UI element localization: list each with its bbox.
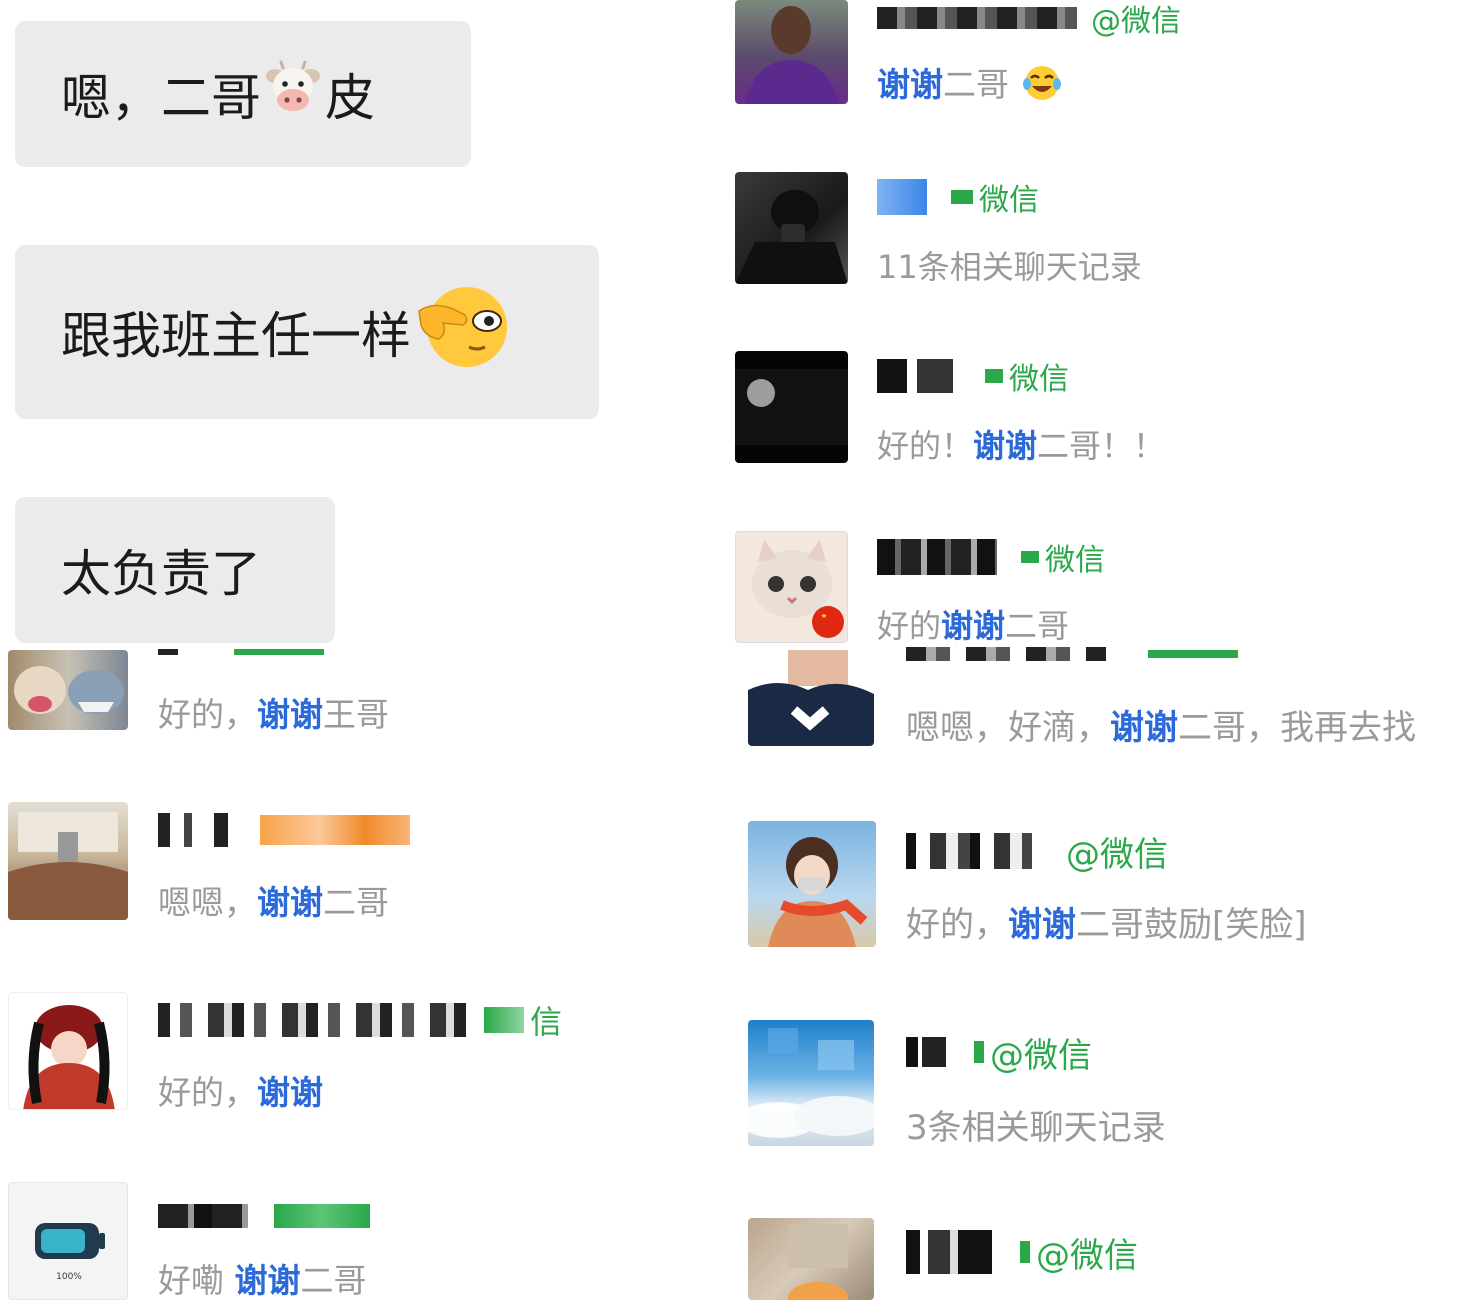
chat-bubble-3: 太负责了 [15,497,335,643]
message-preview: 嗯嗯，谢谢二哥 [158,883,389,922]
bubble-text: 嗯，二哥 [61,69,261,127]
contact-row[interactable]: 100% 好嘞 谢谢二哥 [8,1182,708,1300]
tears-of-joy-icon [1022,64,1062,110]
bubble-text-tail: 皮 [325,69,375,127]
message-preview: 好的，谢谢二哥鼓励[笑脸] [906,905,1307,945]
source-label: 微信 [979,183,1039,218]
message-preview: 好的！谢谢二哥！！ [877,427,1166,465]
message-preview: 好嘞 谢谢二哥 [158,1261,367,1300]
contact-row[interactable]: @微信 好的，谢谢二哥鼓励[笑脸] [748,821,1460,947]
message-preview: 谢谢二哥 [877,58,1064,110]
contact-row[interactable]: 微信 好的！谢谢二哥！！ [735,351,1460,465]
source-label: @微信 [1091,4,1181,39]
avatar [748,1218,874,1300]
avatar: 100% [8,1182,128,1300]
contact-row[interactable]: 嗯嗯，谢谢二哥 [8,802,708,922]
contact-row[interactable]: 嗯嗯，好滴，谢谢二哥，我再去找 [748,647,1460,748]
avatar [735,0,848,104]
contact-row[interactable]: 信 好的，谢谢 [8,992,708,1112]
contact-row[interactable]: 微信 好的谢谢二哥 [735,531,1460,645]
cow-face-icon [263,60,323,128]
avatar [735,351,848,463]
message-preview: 好的，谢谢 [158,1073,323,1112]
source-label: @微信 [1066,834,1168,875]
message-preview: 3条相关聊天记录 [906,1108,1166,1148]
message-preview: 11条相关聊天记录 [877,248,1142,286]
source-label: 微信 [1009,362,1069,397]
chat-bubble-1: 嗯，二哥 皮 [15,21,471,167]
source-label-partial: @微信 [990,1035,1092,1076]
avatar [748,650,874,746]
avatar [748,821,876,947]
source-label: 微信 [1045,543,1105,578]
avatar [8,992,128,1110]
avatar [735,531,848,643]
source-label-partial: @微信 [1036,1235,1138,1276]
contact-row[interactable]: 好的，谢谢王哥 [8,649,708,740]
avatar [748,1020,874,1146]
contact-row[interactable]: 微信 11条相关聊天记录 [735,172,1460,286]
contact-row[interactable]: @微信 谢谢二哥 [735,0,1460,110]
bubble-text: 太负责了 [61,545,261,603]
message-preview: 嗯嗯，好滴，谢谢二哥，我再去找 [906,708,1416,748]
contact-row[interactable]: @微信 [748,1218,1460,1300]
source-label-partial: 信 [530,1003,563,1041]
avatar [8,802,128,920]
bubble-text: 跟我班主任一样 [61,307,411,365]
avatar [8,650,128,730]
battery-text: 100% [56,1272,82,1282]
avatar [735,172,848,284]
contact-row[interactable]: @微信 3条相关聊天记录 [748,1020,1460,1148]
peeking-face-icon [413,281,509,383]
chat-bubble-2: 跟我班主任一样 [15,245,599,419]
message-preview: 好的，谢谢王哥 [158,695,389,734]
